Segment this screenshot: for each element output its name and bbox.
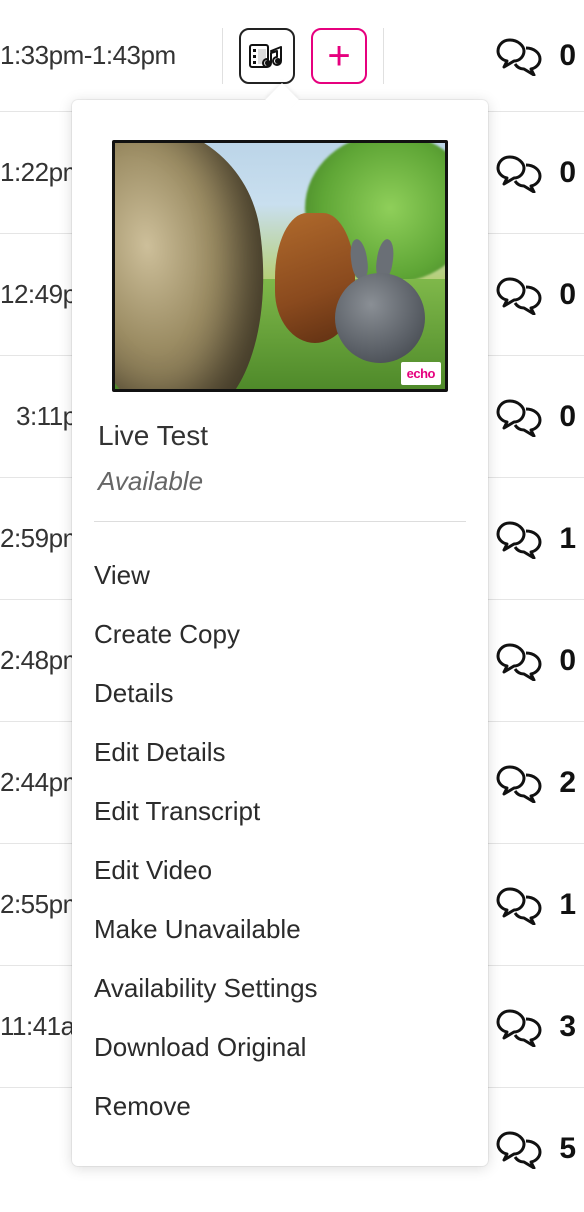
chat-icon [496, 641, 544, 681]
media-icon [249, 41, 285, 71]
divider [94, 521, 466, 522]
comments-count: 3 [554, 1010, 576, 1044]
comments-count: 0 [554, 39, 576, 73]
menu-remove[interactable]: Remove [90, 1077, 466, 1136]
comments-count: 2 [554, 766, 576, 800]
echo-badge: echo [401, 362, 441, 385]
popover-status: Available [98, 466, 466, 497]
menu-create-copy[interactable]: Create Copy [90, 605, 466, 664]
comments-count: 1 [554, 888, 576, 922]
menu-view[interactable]: View [90, 546, 466, 605]
row-toolbar: + [222, 28, 384, 84]
chat-icon [496, 519, 544, 559]
comments-button[interactable]: 1 [496, 519, 576, 559]
plus-icon: + [327, 36, 350, 76]
media-popover: echo Live Test Available View Create Cop… [72, 100, 488, 1166]
add-button[interactable]: + [311, 28, 367, 84]
menu-details[interactable]: Details [90, 664, 466, 723]
menu-availability-settings[interactable]: Availability Settings [90, 959, 466, 1018]
menu-edit-details[interactable]: Edit Details [90, 723, 466, 782]
comments-button[interactable]: 0 [496, 275, 576, 315]
separator [222, 28, 223, 84]
chat-icon [496, 1129, 544, 1169]
chat-icon [496, 885, 544, 925]
media-button[interactable] [239, 28, 295, 84]
comments-button[interactable]: 0 [496, 153, 576, 193]
comments-button[interactable]: 5 [496, 1129, 576, 1169]
comments-count: 0 [554, 156, 576, 190]
menu-edit-transcript[interactable]: Edit Transcript [90, 782, 466, 841]
comments-count: 5 [554, 1132, 576, 1166]
comments-button[interactable]: 0 [496, 36, 576, 76]
comments-count: 1 [554, 522, 576, 556]
popover-title: Live Test [98, 420, 466, 452]
comments-count: 0 [554, 644, 576, 678]
comments-count: 0 [554, 400, 576, 434]
chat-icon [496, 275, 544, 315]
menu-make-unavailable[interactable]: Make Unavailable [90, 900, 466, 959]
popover-menu: View Create Copy Details Edit Details Ed… [90, 546, 466, 1136]
comments-count: 0 [554, 278, 576, 312]
chat-icon [496, 36, 544, 76]
comments-button[interactable]: 1 [496, 885, 576, 925]
chat-icon [496, 153, 544, 193]
chat-icon [496, 397, 544, 437]
menu-edit-video[interactable]: Edit Video [90, 841, 466, 900]
comments-button[interactable]: 0 [496, 397, 576, 437]
chat-icon [496, 1007, 544, 1047]
separator [383, 28, 384, 84]
chat-icon [496, 763, 544, 803]
comments-button[interactable]: 3 [496, 1007, 576, 1047]
comments-button[interactable]: 2 [496, 763, 576, 803]
comments-button[interactable]: 0 [496, 641, 576, 681]
menu-download-original[interactable]: Download Original [90, 1018, 466, 1077]
time-label: 1:33pm-1:43pm [0, 40, 210, 71]
video-thumbnail[interactable]: echo [112, 140, 448, 392]
